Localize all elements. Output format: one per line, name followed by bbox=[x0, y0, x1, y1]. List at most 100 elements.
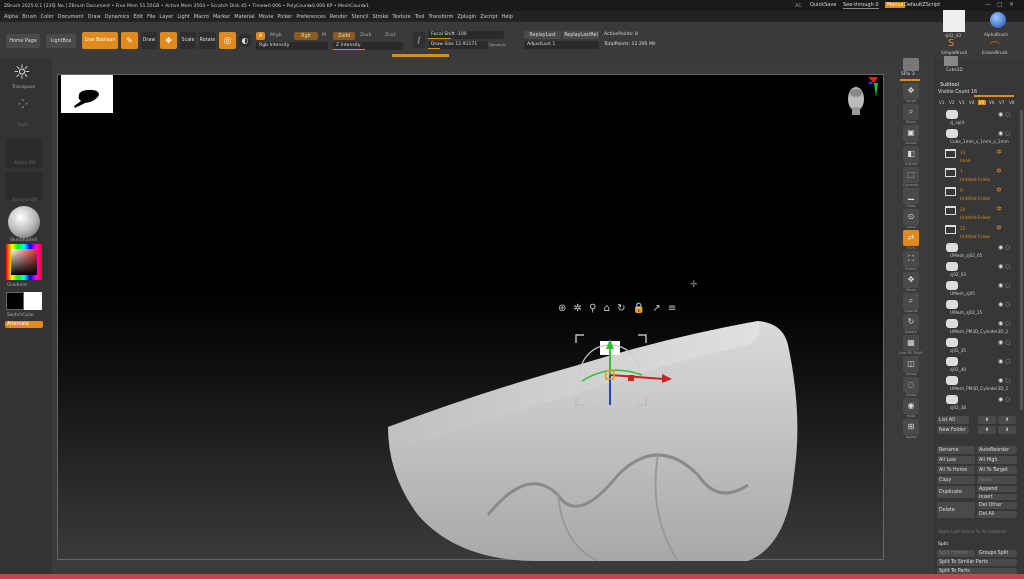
split-hidden-button[interactable]: Split Hidden bbox=[937, 550, 975, 557]
visibility-eye-icon[interactable]: ◉ ◌ bbox=[998, 130, 1010, 137]
v-tab-v8[interactable]: V8 bbox=[1008, 100, 1016, 105]
new-folder-button[interactable]: New Folder bbox=[937, 426, 969, 434]
close-icon[interactable]: ✕ bbox=[1009, 1, 1015, 8]
quicksave-button[interactable]: QuickSave bbox=[810, 2, 836, 8]
rotate-button[interactable]: Rotate bbox=[199, 32, 216, 49]
scale-button[interactable]: Scale bbox=[180, 32, 196, 49]
menu-zscript[interactable]: Zscript bbox=[480, 14, 497, 20]
menu-document[interactable]: Document bbox=[58, 14, 84, 20]
menu-stroke[interactable]: Stroke bbox=[372, 14, 388, 20]
del-other-button[interactable]: Del Other bbox=[977, 502, 1017, 509]
shelf-frame-icon[interactable]: ⛶ bbox=[903, 251, 919, 267]
move-down-icon[interactable]: ⬍ bbox=[978, 426, 996, 434]
shelf-aahalf-icon[interactable]: ◧ bbox=[903, 146, 919, 162]
subtool-row[interactable]: sj02_38 ◉ ◌ bbox=[936, 394, 1018, 412]
menu-zplugin[interactable]: Zplugin bbox=[457, 14, 476, 20]
move-icon[interactable]: ✥ bbox=[160, 32, 177, 49]
subtool-row[interactable]: UMesh_PM3D_Cylinder3D_2 ◉ ◌ bbox=[936, 318, 1018, 336]
insert-button[interactable]: Insert bbox=[977, 494, 1017, 500]
append-button[interactable]: Append bbox=[977, 486, 1017, 492]
apply-last-action-label[interactable]: Apply Last Action To All Subtools bbox=[938, 529, 1006, 534]
menu-dynamics[interactable]: Dynamics bbox=[105, 14, 130, 20]
replay-last-button[interactable]: ReplayLast bbox=[524, 31, 561, 39]
duplicate-button[interactable]: Duplicate bbox=[937, 486, 975, 498]
stroke-icon[interactable]: ∫ bbox=[413, 32, 425, 48]
home-page-button[interactable]: Home Page bbox=[6, 34, 40, 48]
menu-texture[interactable]: Texture bbox=[392, 14, 410, 20]
split-similar-button[interactable]: Split To Similar Parts bbox=[937, 559, 1017, 566]
v-tab-v3[interactable]: V3 bbox=[958, 100, 966, 105]
subtool-row[interactable]: UMesh_PM3D_Cylinder3D_1 ◉ ◌ bbox=[936, 375, 1018, 393]
subtool-title[interactable]: Subtool bbox=[940, 82, 959, 88]
visibility-eye-icon[interactable]: ◉ ◌ bbox=[998, 358, 1010, 365]
transform-gizmo[interactable] bbox=[568, 325, 688, 415]
visibility-eye-icon[interactable]: ◉ ◌ bbox=[998, 396, 1010, 403]
gizmo-toolbar[interactable]: ⊕ ✲ ⚲ ⌂ ↻ 🔒 ↗ ≡ bbox=[558, 303, 676, 317]
maximize-icon[interactable]: ▢ bbox=[997, 1, 1003, 8]
rgb-toggle[interactable]: Rgb bbox=[294, 32, 318, 40]
menu-light[interactable]: Light bbox=[177, 14, 189, 20]
folder-settings-icon[interactable]: ✲ bbox=[996, 205, 1002, 213]
menu-color[interactable]: Color bbox=[41, 14, 54, 20]
menu-preferences[interactable]: Preferences bbox=[296, 14, 325, 20]
move-down-arrow-icon[interactable]: ⬇ bbox=[998, 426, 1016, 434]
folder-settings-icon[interactable]: ✲ bbox=[996, 186, 1002, 194]
simple-brush-icon[interactable]: S bbox=[948, 38, 954, 49]
transpose-icon[interactable]: ☼ bbox=[7, 60, 37, 86]
switch-color-label[interactable]: SwitchColor bbox=[7, 313, 34, 318]
see-through-slider[interactable]: See-through 0 bbox=[843, 2, 879, 9]
subtool-row[interactable]: UMesh_sj02_05 ◉ ◌ bbox=[936, 242, 1018, 260]
menu-picker[interactable]: Picker bbox=[277, 14, 292, 20]
draw-size-slider[interactable]: Draw Size 12.91171 bbox=[428, 41, 488, 49]
shelf-transp-icon[interactable]: ◫ bbox=[903, 356, 919, 372]
visibility-eye-icon[interactable]: ◉ ◌ bbox=[998, 320, 1010, 327]
z-intensity-slider[interactable]: Z Intensity bbox=[333, 42, 403, 50]
menu-render[interactable]: Render bbox=[330, 14, 348, 20]
list-all-button[interactable]: List All bbox=[937, 416, 969, 424]
shelf-sym-icon[interactable]: ⇄ bbox=[903, 230, 919, 246]
shelf-rotate-icon[interactable]: ↻ bbox=[903, 314, 919, 330]
visibility-eye-icon[interactable]: ◉ ◌ bbox=[998, 339, 1010, 346]
rgb-intensity-slider[interactable]: Rgb Intensity bbox=[256, 42, 328, 50]
menu-transform[interactable]: Transform bbox=[428, 14, 453, 20]
menu-brush[interactable]: Brush bbox=[22, 14, 36, 20]
shelf-actual-icon[interactable]: ▣ bbox=[903, 125, 919, 141]
menus-toggle[interactable]: Menus bbox=[885, 2, 906, 8]
replay-last-rel-button[interactable]: ReplayLastRel bbox=[563, 31, 599, 39]
delete-button[interactable]: Delete bbox=[937, 502, 975, 518]
shelf-floor-icon[interactable]: ▁ bbox=[903, 188, 919, 204]
menu-macro[interactable]: Macro bbox=[194, 14, 209, 20]
subtool-row[interactable]: 25 Untitled Folder ✲ bbox=[936, 223, 1018, 241]
color-picker[interactable] bbox=[6, 244, 42, 280]
subtool-row[interactable]: sj02_35 ◉ ◌ bbox=[936, 337, 1018, 355]
minimize-icon[interactable]: — bbox=[985, 1, 991, 8]
shelf-dynamic-persp-icon[interactable]: ⬚ bbox=[903, 167, 919, 183]
shelf-zoom-icon[interactable]: ⌕ bbox=[903, 104, 919, 120]
document-canvas[interactable]: ⊕ ✲ ⚲ ⌂ ↻ 🔒 ↗ ≡ ✛ bbox=[57, 74, 884, 561]
v-tab-v2[interactable]: V2 bbox=[948, 100, 956, 105]
subtool-row[interactable]: UMesh_sj02_15 ◉ ◌ bbox=[936, 299, 1018, 317]
zadd-toggle[interactable]: Zadd bbox=[333, 32, 355, 40]
subtool-row[interactable]: 20 Untitled Folder ✲ bbox=[936, 204, 1018, 222]
visibility-eye-icon[interactable]: ◉ ◌ bbox=[998, 263, 1010, 270]
menu-stencil[interactable]: Stencil bbox=[352, 14, 369, 20]
subtool-scrollbar[interactable] bbox=[1020, 110, 1023, 410]
draw-button[interactable]: Draw bbox=[141, 32, 157, 49]
menu-alpha[interactable]: Alpha bbox=[4, 14, 18, 20]
shelf-ghost-icon[interactable]: ◌ bbox=[903, 377, 919, 393]
menu-marker[interactable]: Marker bbox=[213, 14, 230, 20]
split-title[interactable]: Split bbox=[938, 542, 948, 547]
live-boolean-button[interactable]: Live Boolean bbox=[82, 32, 118, 49]
folder-settings-icon[interactable]: ✲ bbox=[996, 224, 1002, 232]
shelf-line-fill-polyf-icon[interactable]: ▦ bbox=[903, 335, 919, 351]
all-to-target-button[interactable]: All To Target bbox=[977, 466, 1017, 474]
material-sphere-icon[interactable] bbox=[8, 206, 40, 238]
menu-material[interactable]: Material bbox=[234, 14, 254, 20]
v-tab-v5[interactable]: V5 bbox=[978, 100, 986, 105]
dots-stroke-icon[interactable]: ⁘ bbox=[10, 94, 36, 120]
subtool-row[interactable]: UMesh_sj05 ◉ ◌ bbox=[936, 280, 1018, 298]
material-sphere-icon[interactable]: ◐ bbox=[239, 34, 251, 47]
zcut-toggle[interactable]: Zcut bbox=[385, 33, 395, 38]
shelf-local-icon[interactable]: ⊙ bbox=[903, 209, 919, 225]
focal-shift-slider[interactable]: Focal Shift -100 bbox=[428, 31, 504, 39]
